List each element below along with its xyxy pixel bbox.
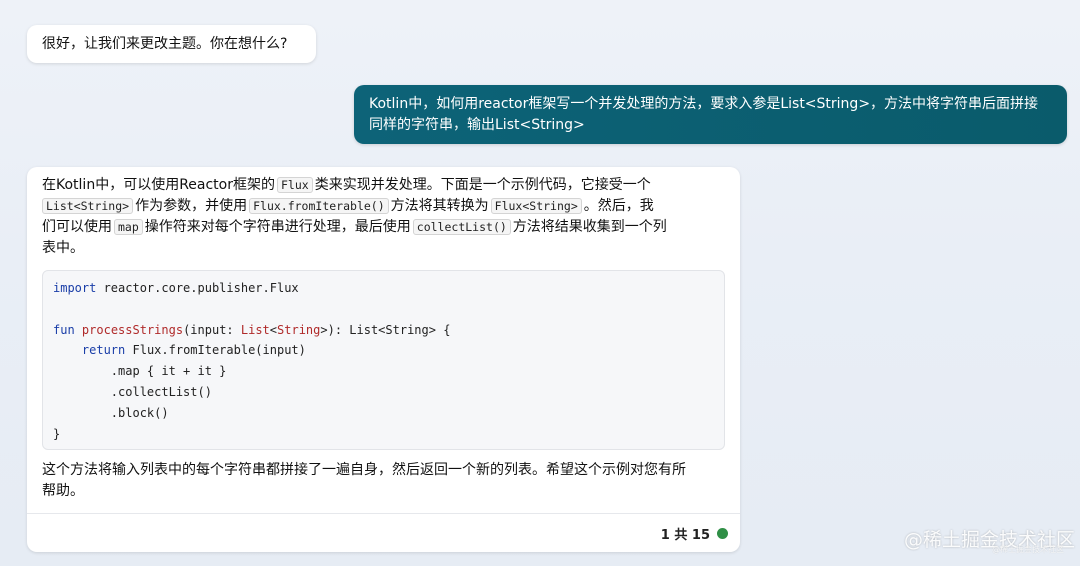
code-line: .map { it + it } [53,364,227,379]
code-line: .block() [53,405,169,420]
intro-text: 们可以使用 [42,219,112,235]
bot-message-answer: 在Kotlin中，可以使用Reactor框架的 Flux 类来实现并发处理。下面是一… [27,167,740,552]
intro-line-1: 在Kotlin中，可以使用Reactor框架的 Flux 类来实现并发处理。下面是一… [42,175,732,196]
user-message: Kotlin中，如何用reactor框架写一个并发处理的方法，要求入参是List… [354,85,1067,144]
code-line: .collectList() [53,384,212,399]
intro-line-4: 表中。 [42,238,732,259]
response-footer: 1 共 15 [660,524,728,543]
user-message-line-1: Kotlin中，如何用reactor框架写一个并发处理的方法，要求入参是List… [369,96,1039,112]
response-counter: 1 共 15 [660,527,710,543]
inline-code: collectList() [412,219,511,235]
code-keyword: return [81,343,126,358]
intro-line-3: 们可以使用 map 操作符来对每个字符串进行处理，最后使用 collectList()… [42,217,732,238]
code-text: Flux.fromIterable(input) [125,343,306,358]
intro-text: 作为参数，并使用 [135,198,248,214]
answer-intro: 在Kotlin中，可以使用Reactor框架的 Flux 类来实现并发处理。下面是一… [42,175,732,259]
inline-code: Flux.fromIterable() [249,198,389,214]
inline-code: map [114,219,143,235]
outro-line-2: 帮助。 [42,483,84,499]
code-keyword: import [53,281,97,295]
footer-divider [27,513,740,514]
bot-message-greeting: 很好，让我们来更改主题。你在想什么? [27,25,316,63]
inline-code: Flux [277,177,313,193]
intro-text: 表中。 [42,240,84,256]
intro-text: 方法将其转换为 [390,198,489,214]
watermark-small: @稀土掘金技术社区 [992,545,1064,554]
intro-line-2: List<String> 作为参数，并使用 Flux.fromIterable() 方… [42,196,732,217]
inline-code: Flux<String> [490,198,582,214]
code-text: < [269,322,278,337]
code-keyword: fun [53,322,75,337]
code-line: return Flux.fromIterable(input) [53,340,724,361]
code-type: List [240,322,270,337]
code-text: reactor.core.publisher.Flux [96,281,299,295]
code-block[interactable]: import reactor.core.publisher.Flux fun p… [42,270,725,450]
code-line: import reactor.core.publisher.Flux [53,278,724,299]
code-line: fun processStrings(input: List<String>):… [53,320,724,341]
intro-text: 类来实现并发处理。下面是一个示例代码，它接受一个 [314,177,651,193]
status-dot-icon [717,527,728,539]
inline-code: List<String> [42,198,134,214]
code-line: } [53,426,61,441]
code-text: >): List<String> { [320,322,451,337]
intro-text: 方法将结果收集到一个列 [512,219,667,235]
answer-outro: 这个方法将输入列表中的每个字符串都拼接了一遍自身，然后返回一个新的列表。希望这个… [42,460,732,502]
code-text: (input: [183,322,241,337]
bot-greeting-text: 很好，让我们来更改主题。你在想什么? [42,36,288,52]
intro-text: 在Kotlin中，可以使用Reactor框架的 [42,177,275,193]
outro-line-1: 这个方法将输入列表中的每个字符串都拼接了一遍自身，然后返回一个新的列表。希望这个… [42,462,686,478]
intro-text: 操作符来对每个字符串进行处理，最后使用 [144,219,411,235]
code-function-name: processStrings [81,322,184,337]
user-message-line-2: 同样的字符串，输出List<String> [369,117,585,133]
intro-text: 。然后，我 [583,198,654,214]
code-type: String [277,322,321,337]
